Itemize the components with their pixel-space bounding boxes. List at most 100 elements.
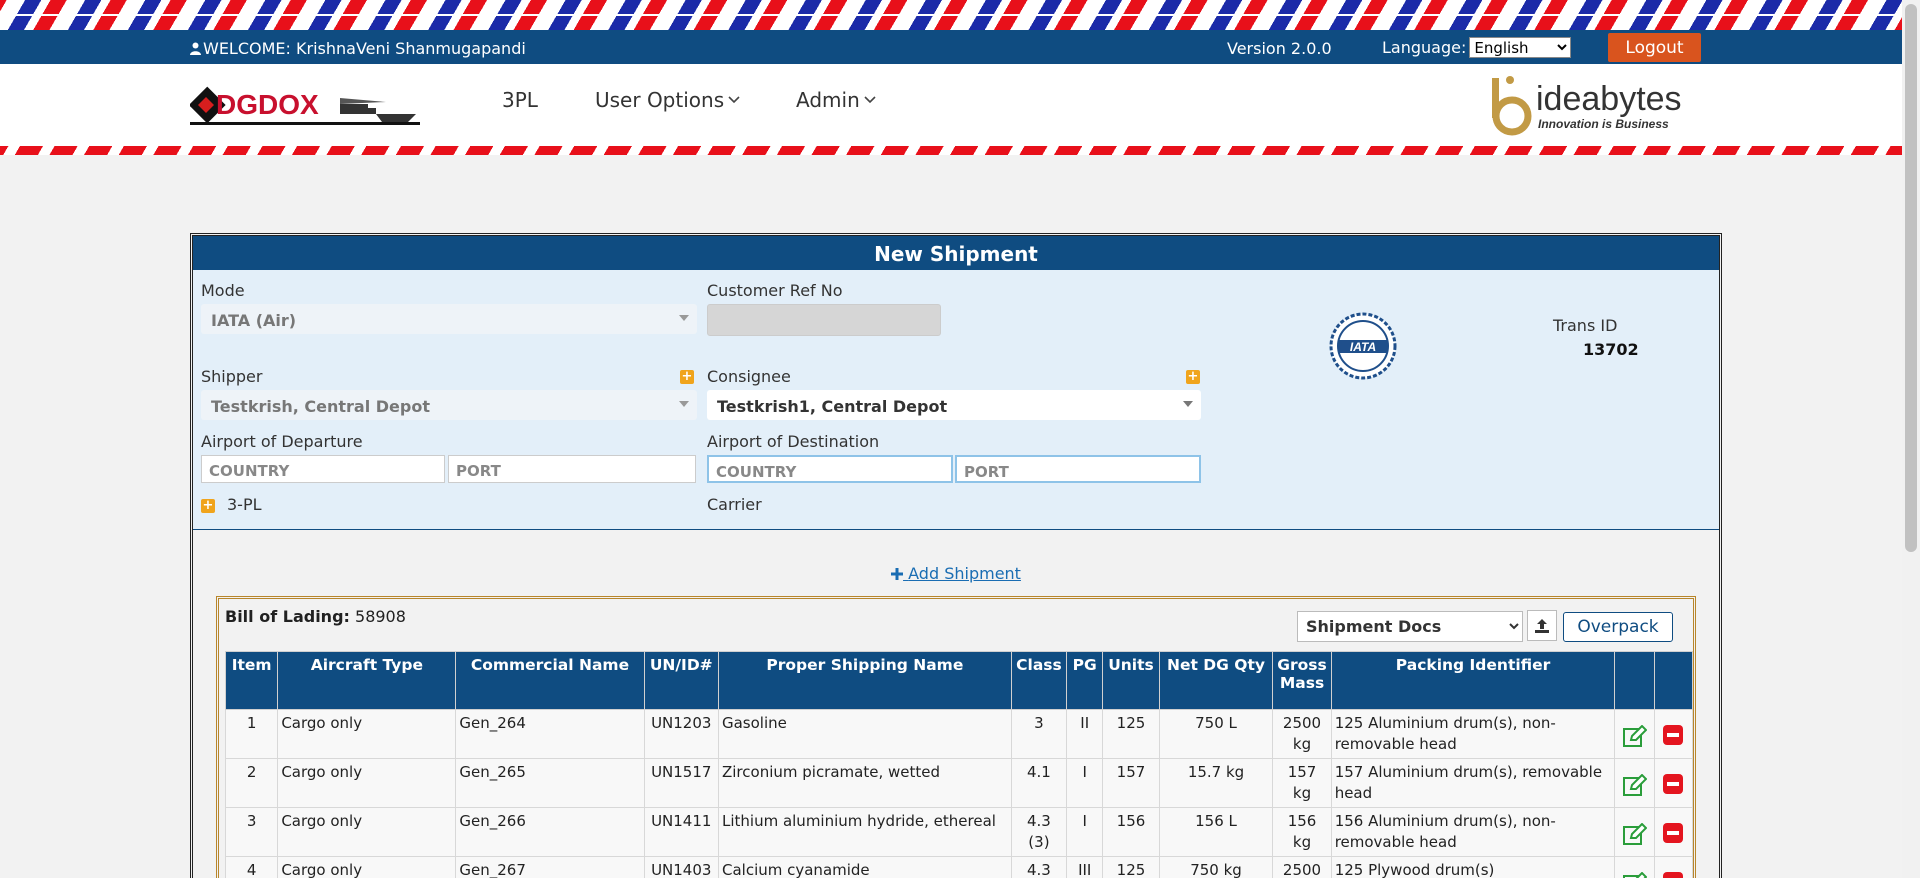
trans-id-label: Trans ID bbox=[1553, 316, 1618, 335]
add-shipment-link[interactable]: Add Shipment bbox=[193, 564, 1719, 583]
cell-pg: I bbox=[1066, 807, 1104, 857]
delete-icon[interactable] bbox=[1663, 774, 1684, 794]
cell-net-dg-qty: 750 kg bbox=[1158, 856, 1274, 878]
nav-item-admin[interactable]: Admin bbox=[796, 88, 876, 112]
bill-of-lading: Bill of Lading: 58908 bbox=[225, 607, 406, 626]
cell-delete bbox=[1653, 758, 1694, 808]
ideabytes-logo-text: ideabytes bbox=[1536, 80, 1682, 118]
col-header-aircraft-type: Aircraft Type bbox=[277, 651, 457, 710]
cell-item: 4 bbox=[224, 856, 279, 878]
shipment-docs-select[interactable]: Shipment Docs bbox=[1297, 611, 1523, 642]
cell-gross-mass: 156 kg bbox=[1272, 807, 1332, 857]
ideabytes-tagline: Innovation is Business bbox=[1538, 117, 1669, 131]
nav-item-label: 3PL bbox=[502, 88, 538, 112]
language-select[interactable]: English bbox=[1469, 37, 1572, 58]
bill-of-lading-box: Bill of Lading: 58908 Shipment Docs Over… bbox=[216, 596, 1696, 878]
destination-port-input[interactable]: PORT bbox=[955, 455, 1201, 483]
cell-edit bbox=[1614, 856, 1655, 878]
col-header-pg: PG bbox=[1066, 651, 1104, 710]
col-header-class: Class bbox=[1010, 651, 1068, 710]
nav-item-user-options[interactable]: User Options bbox=[595, 88, 740, 112]
cell-units: 125 bbox=[1102, 856, 1160, 878]
cell-delete bbox=[1653, 856, 1694, 878]
dgdox-logo[interactable]: DGDOX bbox=[190, 86, 420, 126]
consignee-label: Consignee bbox=[707, 367, 791, 386]
shipper-value: Testkrish, Central Depot bbox=[211, 397, 430, 416]
cell-aircraft-type: Cargo only bbox=[277, 856, 457, 878]
cell-class: 4.3 bbox=[1010, 856, 1068, 878]
delete-icon[interactable] bbox=[1663, 872, 1684, 878]
iata-logo-text: IATA bbox=[1350, 340, 1376, 354]
page-scrollbar[interactable] bbox=[1902, 0, 1920, 878]
edit-icon[interactable] bbox=[1622, 725, 1647, 747]
logout-button[interactable]: Logout bbox=[1608, 33, 1701, 62]
cell-aircraft-type: Cargo only bbox=[277, 709, 457, 759]
cell-gross-mass: 2500 bbox=[1272, 856, 1332, 878]
delete-icon[interactable] bbox=[1663, 725, 1684, 745]
add-consignee-icon[interactable]: + bbox=[1186, 370, 1200, 384]
main-nav: DGDOX 3PL User Options Admin ideabytes I… bbox=[0, 64, 1920, 146]
cell-units: 156 bbox=[1102, 807, 1160, 857]
bottom-stripe-decoration bbox=[0, 146, 1920, 155]
cell-packing-identifier: 156 Aluminium drum(s), non-removable hea… bbox=[1330, 807, 1616, 857]
cell-aircraft-type: Cargo only bbox=[277, 758, 457, 808]
cell-units: 125 bbox=[1102, 709, 1160, 759]
col-header-gross-mass: Gross Mass bbox=[1272, 651, 1332, 710]
shipper-select[interactable]: Testkrish, Central Depot bbox=[201, 390, 697, 420]
edit-icon[interactable] bbox=[1622, 823, 1647, 845]
departure-country-input[interactable]: COUNTRY bbox=[201, 455, 445, 483]
dgdox-logo-text: DGDOX bbox=[216, 89, 319, 120]
col-header-item: Item bbox=[224, 651, 279, 710]
customer-ref-label: Customer Ref No bbox=[707, 281, 843, 300]
col-header-net-dg-qty: Net DG Qty bbox=[1158, 651, 1274, 710]
cell-class: 4.3 (3) bbox=[1010, 807, 1068, 857]
add-shipment-label: Add Shipment bbox=[908, 564, 1021, 583]
cell-un-id: UN1403 bbox=[643, 856, 719, 878]
welcome-text: WELCOME: KrishnaVeni Shanmugapandi bbox=[190, 39, 526, 58]
cell-edit bbox=[1614, 807, 1655, 857]
delete-icon[interactable] bbox=[1663, 823, 1684, 843]
upload-button[interactable] bbox=[1527, 610, 1557, 641]
cell-net-dg-qty: 156 L bbox=[1158, 807, 1274, 857]
edit-icon[interactable] bbox=[1622, 774, 1647, 796]
consignee-select[interactable]: Testkrish1, Central Depot bbox=[707, 390, 1201, 420]
add-shipper-icon[interactable]: + bbox=[680, 370, 694, 384]
cell-proper-shipping-name: Gasoline bbox=[717, 709, 1012, 759]
chevron-down-icon bbox=[728, 96, 740, 104]
add-3pl-icon[interactable]: + bbox=[201, 499, 215, 513]
col-header-commercial-name: Commercial Name bbox=[455, 651, 645, 710]
destination-country-input[interactable]: COUNTRY bbox=[707, 455, 953, 483]
iata-logo: IATA bbox=[1329, 312, 1397, 380]
table-row: 4 Cargo only Gen_267 UN1403 Calcium cyan… bbox=[224, 856, 1694, 878]
scrollbar-thumb[interactable] bbox=[1905, 4, 1917, 552]
customer-ref-field[interactable] bbox=[707, 304, 941, 336]
cell-commercial-name: Gen_267 bbox=[455, 856, 645, 878]
departure-port-input[interactable]: PORT bbox=[448, 455, 696, 483]
caret-down-icon bbox=[679, 401, 689, 407]
cell-class: 3 bbox=[1010, 709, 1068, 759]
plus-icon bbox=[891, 568, 904, 580]
carrier-label: Carrier bbox=[707, 495, 762, 514]
overpack-button[interactable]: Overpack bbox=[1563, 612, 1673, 642]
nav-item-label: Admin bbox=[796, 88, 860, 112]
new-shipment-card: New Shipment Mode IATA (Air) Customer Re… bbox=[190, 233, 1722, 878]
edit-icon[interactable] bbox=[1622, 872, 1647, 878]
cell-un-id: UN1517 bbox=[643, 758, 719, 808]
cell-edit bbox=[1614, 758, 1655, 808]
cell-gross-mass: 157 kg bbox=[1272, 758, 1332, 808]
shipment-form: Mode IATA (Air) Customer Ref No IATA Tra… bbox=[193, 270, 1719, 530]
table-row: 3 Cargo only Gen_266 UN1411 Lithium alum… bbox=[224, 807, 1694, 857]
user-icon bbox=[190, 42, 201, 55]
mode-select[interactable]: IATA (Air) bbox=[201, 304, 697, 334]
bol-value: 58908 bbox=[355, 607, 406, 626]
cell-un-id: UN1203 bbox=[643, 709, 719, 759]
cell-units: 157 bbox=[1102, 758, 1160, 808]
cell-packing-identifier: 125 Aluminium drum(s), non-removable hea… bbox=[1330, 709, 1616, 759]
cell-un-id: UN1411 bbox=[643, 807, 719, 857]
table-row: 2 Cargo only Gen_265 UN1517 Zirconium pi… bbox=[224, 758, 1694, 808]
cell-net-dg-qty: 15.7 kg bbox=[1158, 758, 1274, 808]
table-row: 1 Cargo only Gen_264 UN1203 Gasoline 3 I… bbox=[224, 709, 1694, 759]
cell-proper-shipping-name: Calcium cyanamide bbox=[717, 856, 1012, 878]
threepl-label: 3-PL bbox=[227, 495, 262, 514]
nav-item-3pl[interactable]: 3PL bbox=[502, 88, 538, 112]
